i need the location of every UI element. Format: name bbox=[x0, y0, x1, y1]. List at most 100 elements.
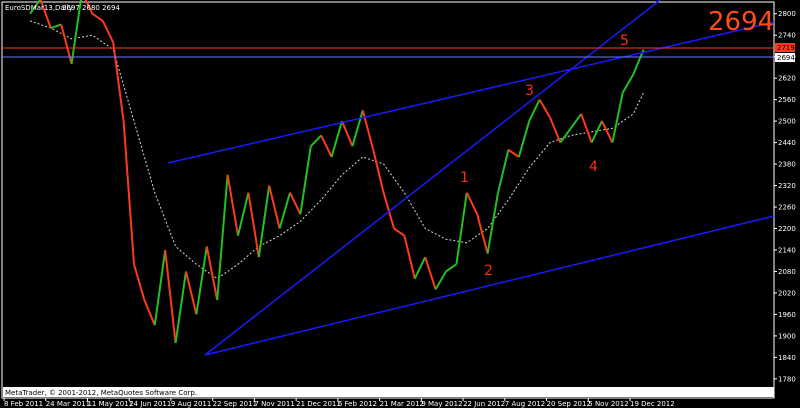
resistance-price-tag-text: 2719 bbox=[777, 44, 795, 52]
price-segment bbox=[611, 92, 624, 143]
price-segment bbox=[153, 249, 167, 326]
price-tick-label: 2260 bbox=[778, 204, 796, 212]
price-segment bbox=[455, 192, 468, 265]
price-tick-label: 1900 bbox=[778, 332, 796, 340]
price-segment bbox=[299, 146, 312, 215]
price-segment bbox=[195, 246, 208, 315]
wave-label-3: 3 bbox=[525, 83, 534, 99]
price-tick-label: 2440 bbox=[778, 139, 796, 147]
date-tick-label: 19 Dec 2012 bbox=[630, 400, 675, 408]
price-segment bbox=[320, 135, 333, 158]
price-segment bbox=[278, 192, 291, 229]
price-segment bbox=[122, 121, 135, 265]
date-tick-label: 9 Aug 2011 bbox=[171, 400, 211, 408]
price-segment bbox=[91, 12, 104, 22]
price-segment bbox=[185, 271, 198, 315]
price-segment bbox=[226, 174, 239, 236]
price-tick-label: 1960 bbox=[778, 311, 796, 319]
date-tick-label: 24 Jun 2011 bbox=[129, 400, 171, 408]
price-segment bbox=[413, 256, 427, 280]
date-tick-label: 21 Mar 2012 bbox=[380, 400, 424, 408]
price-segment bbox=[621, 74, 635, 93]
price-segment bbox=[164, 249, 177, 344]
price-segment bbox=[393, 227, 405, 237]
price-chart[interactable]: EuroSDMar13,Daily 2697 2680 2694 2694 1 … bbox=[0, 0, 800, 408]
price-segment bbox=[528, 99, 541, 122]
date-tick-label: 7 Nov 2011 bbox=[254, 400, 294, 408]
date-tick-label: 22 Sep 2011 bbox=[213, 400, 257, 408]
price-segment bbox=[538, 99, 551, 119]
price-segment bbox=[580, 113, 593, 143]
price-tick-label: 1840 bbox=[778, 354, 796, 362]
price-segment bbox=[174, 271, 187, 344]
price-segment bbox=[507, 148, 520, 158]
price-segment bbox=[133, 264, 146, 301]
price-segment bbox=[569, 113, 583, 129]
date-tick-label: 24 Mar 2011 bbox=[46, 400, 90, 408]
price-segment bbox=[257, 185, 271, 258]
price-tick-label: 2800 bbox=[778, 10, 796, 18]
wave-label-2: 2 bbox=[484, 263, 493, 279]
date-tick-label: 5 Nov 2012 bbox=[588, 400, 628, 408]
date-tick-label: 9 May 2012 bbox=[421, 400, 462, 408]
price-segment bbox=[476, 213, 489, 254]
price-segment bbox=[372, 149, 385, 193]
wave-label-1: 1 bbox=[460, 170, 469, 186]
price-tick-label: 2020 bbox=[778, 289, 796, 297]
date-tick-label: 20 Sep 2012 bbox=[547, 400, 591, 408]
price-tick-label: 2500 bbox=[778, 118, 796, 126]
price-segment bbox=[143, 299, 156, 326]
price-segment bbox=[60, 24, 73, 65]
price-segment bbox=[549, 117, 562, 143]
date-axis: 8 Feb 2011 24 Mar 201111 May 201124 Jun 2… bbox=[3, 398, 675, 408]
price-segment bbox=[424, 256, 437, 290]
current-price-tag-text: 2694 bbox=[777, 54, 795, 62]
price-candles bbox=[29, 0, 645, 344]
date-tick-label: 6 Feb 2012 bbox=[338, 400, 377, 408]
steep-trendline bbox=[204, 0, 661, 356]
price-segment bbox=[486, 192, 499, 254]
date-tick-label: 22 Jun 2012 bbox=[463, 400, 505, 408]
price-segment bbox=[517, 120, 531, 158]
date-tick-label: 8 Feb 2011 bbox=[4, 400, 43, 408]
upper-channel-trendline bbox=[167, 21, 775, 164]
price-segment bbox=[247, 192, 260, 258]
date-tick-label: 11 May 2011 bbox=[87, 400, 133, 408]
plot-frame bbox=[1, 1, 775, 399]
price-segment bbox=[330, 120, 343, 158]
wave-label-5: 5 bbox=[620, 33, 629, 49]
price-segment bbox=[465, 192, 479, 215]
wave-label-4: 4 bbox=[589, 159, 598, 175]
price-tick-label: 2380 bbox=[778, 161, 796, 169]
price-segment bbox=[205, 246, 219, 301]
price-tick-label: 2140 bbox=[778, 246, 796, 254]
price-segment bbox=[310, 134, 322, 147]
price-segment bbox=[445, 263, 457, 273]
date-tick-label: 21 Dec 2011 bbox=[296, 400, 341, 408]
price-segment bbox=[268, 185, 281, 229]
price-tick-label: 2740 bbox=[778, 32, 796, 40]
price-segment bbox=[289, 192, 302, 215]
price-segment bbox=[351, 110, 364, 147]
price-segment bbox=[497, 149, 510, 193]
price-tick-label: 2560 bbox=[778, 96, 796, 104]
moving-average-line bbox=[29, 20, 645, 280]
price-segment bbox=[341, 120, 354, 147]
price-tick-label: 1780 bbox=[778, 375, 796, 383]
price-axis: 1780 1840 1900 1960 2020 2080 2140 2200 2260 2320… bbox=[774, 10, 796, 383]
date-tick-label: 7 Aug 2012 bbox=[505, 400, 545, 408]
price-segment bbox=[434, 270, 447, 290]
chart-window[interactable]: EuroSDMar13,Daily 2697 2680 2694 2694 1 … bbox=[0, 0, 800, 408]
price-tick-label: 2200 bbox=[778, 225, 796, 233]
price-tick-label: 2320 bbox=[778, 182, 796, 190]
price-tick-label: 2620 bbox=[778, 75, 796, 83]
ohlc-values: 2697 2680 2694 bbox=[62, 4, 120, 12]
price-segment bbox=[50, 23, 62, 30]
price-segment bbox=[403, 235, 416, 279]
price-segment bbox=[101, 20, 115, 43]
price-segment bbox=[559, 127, 572, 144]
price-segment bbox=[216, 174, 229, 301]
price-tick-label: 2080 bbox=[778, 268, 796, 276]
copyright-text: MetaTrader, © 2001-2012, MetaQuotes Soft… bbox=[5, 389, 197, 397]
big-price-label: 2694 bbox=[708, 7, 774, 37]
